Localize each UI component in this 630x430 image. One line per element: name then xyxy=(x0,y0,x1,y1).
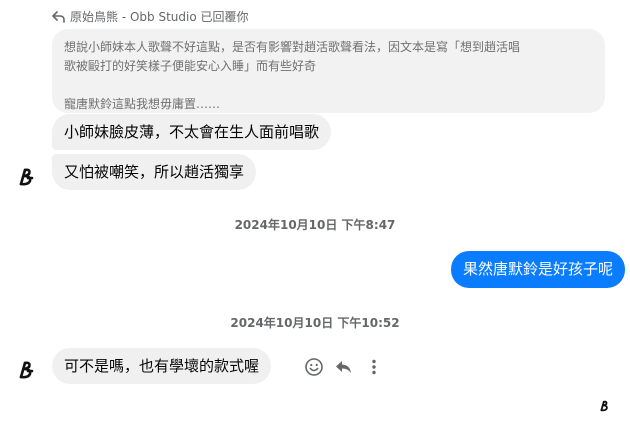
incoming-message[interactable]: 又怕被嘲笑，所以趙活獨享 xyxy=(52,154,257,190)
outgoing-message[interactable]: 果然唐默鈴是好孩子呢 xyxy=(450,251,625,288)
sender-avatar[interactable] xyxy=(17,360,37,380)
incoming-message[interactable]: 小師妹臉皮薄，不太會在生人面前唱歌 xyxy=(52,114,332,150)
reply-arrow-icon xyxy=(52,10,66,23)
more-options-icon[interactable] xyxy=(363,356,385,378)
quoted-line: 歌被毆打的好笑樣子便能安心入睡」而有些好奇 xyxy=(64,59,317,73)
timestamp: 2024年10月10日 下午8:47 xyxy=(234,218,396,232)
message-actions xyxy=(303,356,385,378)
reply-context: 原始鳥熊 - Obb Studio 已回覆你 xyxy=(52,8,249,25)
chat-thread: 原始鳥熊 - Obb Studio 已回覆你 想說小師妹本人歌聲不好這點，是否有… xyxy=(0,0,630,430)
incoming-message[interactable]: 可不是嗎，也有學壞的款式喔 xyxy=(52,348,272,384)
timestamp: 2024年10月10日 下午10:52 xyxy=(230,316,400,330)
quoted-line: 想說小師妹本人歌聲不好這點，是否有影響對趙活歌聲看法，因文本是寫「想到趙活唱 xyxy=(64,40,521,54)
quoted-message[interactable]: 想說小師妹本人歌聲不好這點，是否有影響對趙活歌聲看法，因文本是寫「想到趙活唱 歌… xyxy=(52,29,605,113)
reply-context-text: 原始鳥熊 - Obb Studio 已回覆你 xyxy=(70,10,249,24)
quoted-line: 寵唐默鈴這點我想毋庸置…… xyxy=(64,97,221,111)
reply-icon[interactable] xyxy=(333,356,355,378)
seen-indicator-avatar xyxy=(599,397,611,412)
sender-avatar[interactable] xyxy=(17,167,37,187)
react-emoji-icon[interactable] xyxy=(303,356,325,378)
